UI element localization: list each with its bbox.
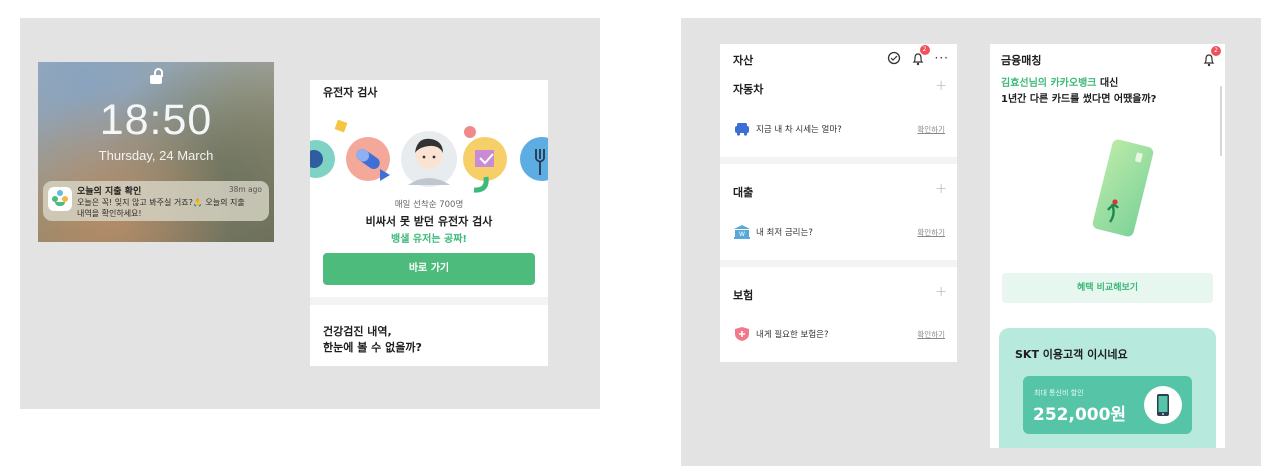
fork-icon — [520, 137, 548, 181]
gene-test-card: 유전자 검사 매일 선착순 700명 비싸서 못 받던 유전자 검사 뱅샐 유저… — [310, 80, 548, 366]
gene-card-headline: 비싸서 못 받던 유전자 검사 — [365, 215, 493, 228]
more-icon[interactable]: ··· — [935, 51, 949, 65]
finance-matching-card: 금융매칭 2 김효선님의 카카오뱅크 대신 1년간 다른 카드를 썼다면 어땠을… — [990, 44, 1225, 448]
svg-text:W: W — [739, 231, 745, 238]
scrollbar[interactable] — [1220, 86, 1222, 156]
discount-box: 최대 통신비 할인 252,000원 — [1023, 376, 1192, 434]
asset-card: 자산 2 ··· 자동차 + 지금 내 차 시세는 얼마? 확인하기 대출 + … — [720, 44, 957, 362]
section-title-insurance: 보험 — [733, 289, 754, 302]
bank-highlight: 김효선님의 카카오뱅크 — [1001, 78, 1097, 89]
section-title-car: 자동차 — [733, 83, 764, 96]
health-line1: 건강검진 내역, — [323, 325, 392, 338]
person-avatar-icon — [401, 131, 457, 187]
row-text-insurance[interactable]: 내게 필요한 보험은? — [756, 328, 828, 340]
ball-icon — [310, 140, 335, 178]
finance-card-title: 금융매칭 — [1001, 54, 1042, 67]
notification-badge: 2 — [919, 45, 930, 55]
notification-badge: 2 — [1211, 46, 1221, 56]
credit-card-image — [1092, 139, 1154, 237]
check-link-insurance[interactable]: 확인하기 — [917, 329, 945, 340]
unlock-icon — [150, 68, 163, 84]
pink-dot-shape — [464, 126, 476, 138]
chat-icon[interactable] — [887, 51, 901, 65]
health-checkup-text[interactable]: 건강검진 내역, 한눈에 볼 수 없을까? — [323, 324, 422, 356]
notification-body-line2: 내역을 확인하세요! — [77, 209, 142, 218]
bank-icon: W — [734, 225, 750, 239]
add-insurance-icon[interactable]: + — [935, 284, 947, 300]
finance-line1: 김효선님의 카카오뱅크 대신 — [1001, 74, 1118, 89]
phone-icon — [1144, 386, 1182, 424]
bell-button[interactable]: 2 — [912, 45, 930, 66]
check-link-loan[interactable]: 확인하기 — [917, 227, 945, 238]
skt-banner[interactable]: SKT 이용고객 이시네요 최대 통신비 할인 252,000원 — [999, 328, 1216, 448]
compare-benefits-button[interactable]: 혜택 비교해보기 — [1002, 273, 1213, 303]
car-icon — [735, 123, 749, 136]
lock-screen: 18:50 Thursday, 24 March 오늘의 지출 확인 38m a… — [38, 62, 274, 242]
add-loan-icon[interactable]: + — [935, 181, 947, 197]
section-divider — [720, 260, 957, 267]
shield-plus-icon — [735, 327, 749, 341]
finance-line2: 1년간 다른 카드를 썼다면 어땠을까? — [1001, 94, 1157, 105]
gene-card-title: 유전자 검사 — [323, 86, 378, 99]
discount-label: 최대 통신비 할인 — [1034, 389, 1084, 397]
line1-rest: 대신 — [1096, 78, 1119, 89]
box-icon — [463, 137, 507, 181]
go-button[interactable]: 바로 가기 — [323, 253, 535, 285]
discount-amount: 252,000원 — [1033, 405, 1127, 425]
row-text-loan[interactable]: 내 최저 금리는? — [756, 226, 813, 238]
app-icon — [48, 187, 72, 211]
bell-button[interactable]: 2 — [1203, 46, 1221, 67]
section-title-loan: 대출 — [733, 186, 754, 199]
notification[interactable]: 오늘의 지출 확인 38m ago 오늘은 꼭! 잊지 않고 봐주실 거죠?🙏 … — [43, 181, 269, 221]
lock-time: 18:50 — [99, 96, 213, 144]
gene-card-sub: 매일 선착순 700명 — [394, 200, 464, 210]
notification-body-line1: 오늘은 꼭! 잊지 않고 봐주실 거죠?🙏 오늘의 지출 — [77, 198, 245, 207]
asset-header-icons: 2 ··· — [887, 45, 949, 66]
divider — [310, 297, 548, 305]
add-car-icon[interactable]: + — [935, 78, 947, 94]
skt-title: SKT 이용고객 이시네요 — [1015, 348, 1128, 361]
asset-card-title: 자산 — [733, 54, 754, 67]
check-link-car[interactable]: 확인하기 — [917, 124, 945, 135]
gene-card-highlight: 뱅샐 유저는 공짜! — [391, 234, 467, 245]
health-line2: 한눈에 볼 수 없을까? — [323, 341, 422, 354]
lock-date: Thursday, 24 March — [98, 148, 214, 163]
section-divider — [720, 157, 957, 164]
yellow-square-shape — [334, 119, 348, 133]
row-text-car[interactable]: 지금 내 차 시세는 얼마? — [756, 123, 842, 135]
notification-time: 38m ago — [228, 185, 262, 194]
